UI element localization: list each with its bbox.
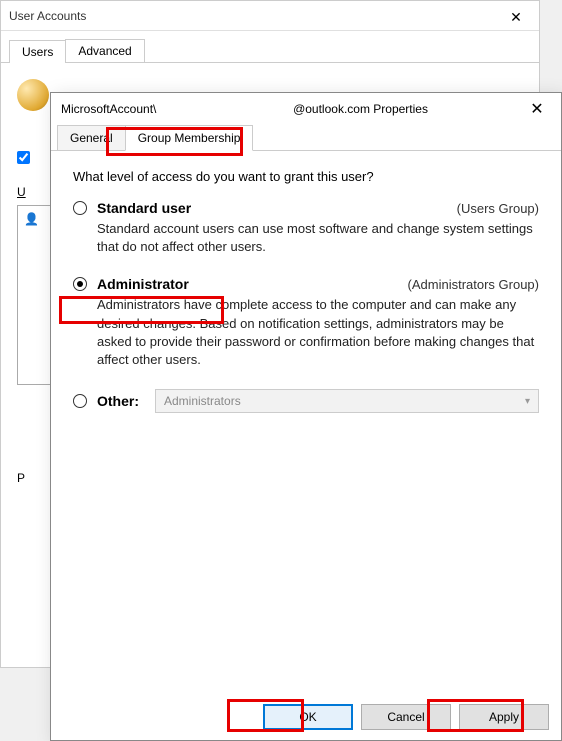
other-select[interactable]: Administrators ▾ xyxy=(155,389,539,413)
bg-tab-advanced[interactable]: Advanced xyxy=(65,39,144,62)
dialog-button-row: OK Cancel Apply xyxy=(263,704,549,730)
bg-tab-users[interactable]: Users xyxy=(9,40,66,63)
bg-titlebar: User Accounts ✕ xyxy=(1,1,539,31)
radio-other[interactable] xyxy=(73,394,87,408)
option-admin-row: Administrator (Administrators Group) xyxy=(73,276,539,292)
standard-group: (Users Group) xyxy=(457,201,539,216)
bg-close-button[interactable]: ✕ xyxy=(499,7,533,27)
standard-desc: Standard account users can use most soft… xyxy=(97,220,539,256)
bg-window-title: User Accounts xyxy=(9,9,86,23)
tab-general[interactable]: General xyxy=(57,125,126,151)
bg-tabs: Users Advanced xyxy=(1,31,539,63)
access-prompt: What level of access do you want to gran… xyxy=(73,169,539,184)
other-select-value: Administrators xyxy=(164,394,241,408)
standard-label: Standard user xyxy=(97,200,191,216)
option-other-row: Other: Administrators ▾ xyxy=(73,389,539,413)
dlg-content: What level of access do you want to gran… xyxy=(51,151,561,425)
other-label: Other: xyxy=(97,393,139,409)
properties-dialog: MicrosoftAccount\ @outlook.com Propertie… xyxy=(50,92,562,741)
dlg-title-prefix: MicrosoftAccount\ xyxy=(61,102,156,116)
admin-desc: Administrators have complete access to t… xyxy=(97,296,539,369)
dlg-title-suffix: @outlook.com Properties xyxy=(293,102,428,116)
dlg-close-button[interactable]: ✕ xyxy=(523,98,551,120)
tab-group-membership[interactable]: Group Membership xyxy=(125,125,254,151)
ok-button[interactable]: OK xyxy=(263,704,353,730)
option-standard-row: Standard user (Users Group) xyxy=(73,200,539,216)
cancel-button[interactable]: Cancel xyxy=(361,704,451,730)
dlg-titlebar: MicrosoftAccount\ @outlook.com Propertie… xyxy=(51,93,561,125)
bg-user-icon: 👤 xyxy=(24,212,39,226)
bg-checkbox[interactable] xyxy=(17,151,30,164)
radio-standard[interactable] xyxy=(73,201,87,215)
dlg-title: MicrosoftAccount\ @outlook.com Propertie… xyxy=(61,102,428,116)
user-avatar-icon xyxy=(17,79,49,111)
dlg-tabs: General Group Membership xyxy=(51,125,561,151)
admin-label: Administrator xyxy=(97,276,189,292)
apply-button[interactable]: Apply xyxy=(459,704,549,730)
radio-administrator[interactable] xyxy=(73,277,87,291)
chevron-down-icon: ▾ xyxy=(525,396,530,407)
admin-group: (Administrators Group) xyxy=(408,277,539,292)
